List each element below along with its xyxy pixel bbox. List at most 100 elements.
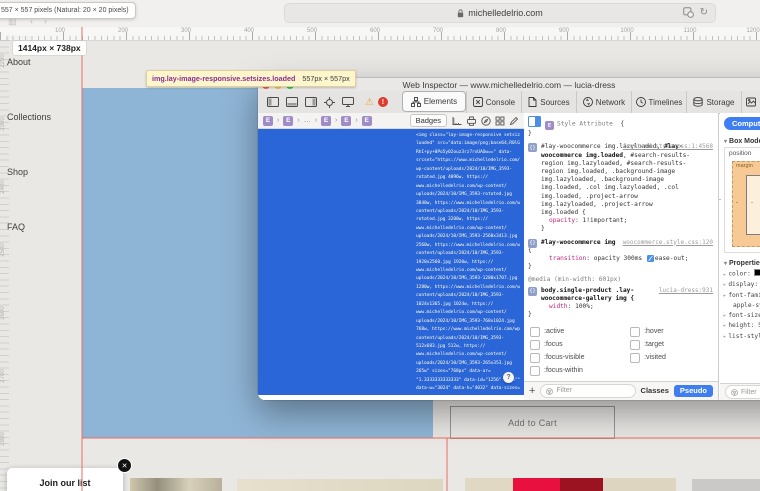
checkbox	[530, 366, 540, 376]
tab-elements[interactable]: Elements	[402, 91, 466, 112]
close-icon[interactable]: ✕	[117, 458, 132, 473]
computed-panel: Computed ▾Box Model position - margin - …	[720, 113, 760, 400]
help-icon[interactable]: ?	[503, 372, 514, 383]
dock-side-icon[interactable]	[267, 97, 279, 107]
box-model-border[interactable]: -	[746, 175, 760, 235]
computed-tab[interactable]: Computed	[724, 117, 760, 130]
css-declaration[interactable]: transition: opacity 300ms ease-out;	[549, 255, 714, 263]
dock-bottom-icon[interactable]	[286, 97, 298, 107]
css-declaration[interactable]: width: 100%;	[549, 303, 714, 311]
chevron-right-icon: ›	[315, 117, 317, 124]
rulers-icon[interactable]	[451, 116, 462, 126]
new-rule-button[interactable]: +	[529, 387, 535, 395]
reload-icon[interactable]: ↻	[700, 7, 708, 18]
url-field[interactable]: michelledelrio.com ↻	[284, 3, 716, 23]
sidebar-item-about[interactable]: About	[7, 57, 31, 67]
stylesheet-icon: {}	[528, 239, 537, 248]
stylesheet-icon: {}	[528, 287, 537, 296]
computed-filter-bar: Filter	[720, 383, 760, 400]
computed-filter-input[interactable]: Filter	[725, 385, 760, 399]
css-declaration[interactable]: opacity: 1!important;	[549, 217, 714, 225]
collapsed-node-icon[interactable]: ›	[266, 397, 269, 400]
tab-network[interactable]: Network	[576, 91, 631, 113]
tab-graphics[interactable]: Graphics	[741, 91, 760, 113]
styles-filter-input[interactable]: Filter	[540, 384, 635, 398]
tab-storage[interactable]: Storage	[686, 91, 741, 113]
pseudo-class-toggle[interactable]: :focus-within	[530, 364, 630, 377]
details-sidebar-toggle-icon[interactable]	[528, 116, 541, 127]
breadcrumb-element[interactable]: E	[263, 116, 273, 126]
breadcrumb-element[interactable]: E	[362, 116, 372, 126]
element-picker-icon[interactable]	[324, 97, 335, 108]
computed-property[interactable]: ▸list-style-	[723, 332, 760, 343]
pseudo-class-toggle[interactable]: :target	[630, 338, 712, 351]
sidebar-item-shop[interactable]: Shop	[7, 167, 28, 177]
css-rule[interactable]: frontend.style.css:1:4568 {} #lay-woocom…	[528, 143, 714, 233]
properties-header[interactable]: ▾Properties	[724, 260, 760, 267]
breadcrumb-element[interactable]: E	[321, 116, 331, 126]
dock-right-icon[interactable]	[305, 97, 317, 107]
pseudo-button[interactable]: Pseudo	[674, 385, 713, 396]
pseudo-class-toggles: :active:hover:focus:target:focus-visible…	[530, 325, 712, 377]
computed-property[interactable]: ▸font-size:	[723, 311, 760, 322]
pseudo-class-toggle[interactable]: :focus	[530, 338, 630, 351]
css-rule[interactable]: woocommerce.style.css:120 {} #lay-woocom…	[528, 239, 714, 272]
highlight-guide-right	[446, 438, 448, 491]
grid-overlay-icon[interactable]	[495, 116, 505, 126]
sidebar-item-collections[interactable]: Collections	[7, 112, 51, 122]
page-size-badge: 1414px × 738px	[13, 41, 86, 55]
add-to-cart-button[interactable]: Add to Cart	[450, 406, 615, 439]
error-badge[interactable]: !	[378, 97, 388, 107]
tab-sources[interactable]: Sources	[521, 91, 576, 113]
product-thumbnail[interactable]	[692, 479, 760, 491]
network-icon	[583, 97, 593, 107]
product-thumbnail[interactable]	[237, 479, 443, 491]
filter-funnel-icon	[731, 389, 738, 396]
horizontal-ruler: 100 200 300 400 500 600 700 800 900 1000…	[0, 27, 760, 41]
vertical-ruler: 2200 2300 2400 2500 2600 2700 2800	[0, 40, 9, 491]
edit-icon[interactable]	[509, 116, 519, 126]
product-thumbnail[interactable]	[465, 478, 676, 491]
color-swatch	[754, 269, 760, 276]
stylesheet-link[interactable]: frontend.style.css:1:4568	[623, 143, 713, 151]
breadcrumb-element[interactable]: E	[283, 116, 293, 126]
page-settings-icon[interactable]	[683, 7, 694, 18]
dom-tree: <img class="lay-image-responsive setsize…	[258, 129, 524, 400]
stylesheet-link[interactable]: woocommerce.style.css:120	[623, 239, 713, 247]
sidebar-item-faq[interactable]: FAQ	[7, 222, 25, 232]
pseudo-class-toggle[interactable]: :active	[530, 325, 630, 338]
product-thumbnail[interactable]	[130, 478, 222, 491]
breadcrumb-ellipsis[interactable]: …	[304, 117, 311, 124]
style-attribute-rule[interactable]: EStyle Attribute { }	[528, 116, 714, 138]
chevron-right-icon: ›	[277, 117, 279, 124]
pseudo-class-toggle[interactable]: :focus-visible	[530, 351, 630, 364]
computed-property[interactable]: ▸display: in	[723, 280, 760, 291]
breadcrumb-element[interactable]: E	[341, 116, 351, 126]
print-styles-icon[interactable]	[466, 116, 477, 126]
bezier-swatch-icon[interactable]	[647, 255, 654, 262]
chevron-right-icon: ›	[335, 117, 337, 124]
stylesheet-link[interactable]: lucia-dress:931	[659, 287, 713, 295]
selected-node-row[interactable]: <img class="lay-image-responsive setsize…	[258, 129, 524, 395]
warning-icon[interactable]: ⚠	[365, 97, 374, 108]
tab-timelines[interactable]: Timelines	[631, 91, 686, 113]
compass-icon[interactable]	[481, 116, 491, 126]
css-rule[interactable]: lucia-dress:931 {} body.single-product .…	[528, 287, 714, 320]
dimension-tooltip: 557 × 557 pixels (Natural: 20 × 20 pixel…	[0, 2, 136, 19]
badges-button[interactable]: Badges	[410, 114, 447, 127]
pseudo-class-toggle[interactable]: :hover	[630, 325, 712, 338]
element-badge-icon: E	[545, 121, 554, 130]
device-icon[interactable]	[342, 97, 354, 107]
box-model-header[interactable]: ▾Box Model	[724, 138, 760, 145]
classes-button[interactable]: Classes	[641, 387, 669, 395]
computed-property[interactable]: ▸height: 55	[723, 321, 760, 332]
computed-property[interactable]: ▸font-fami	[723, 291, 760, 302]
box-model-margin[interactable]: margin - -	[732, 161, 760, 247]
newsletter-popup[interactable]: Join our list	[7, 468, 123, 491]
computed-property[interactable]: ▸color: r	[723, 269, 760, 280]
pseudo-class-toggle[interactable]: :visited	[630, 351, 712, 364]
dom-breadcrumb-bar: E › E › … › E › E › E Badges	[258, 113, 524, 129]
tab-console[interactable]: Console	[466, 91, 521, 113]
inspector-tabbar: ⚠ ! Elements Console Sources Network	[258, 91, 760, 114]
highlight-guide-bottom	[82, 437, 760, 439]
